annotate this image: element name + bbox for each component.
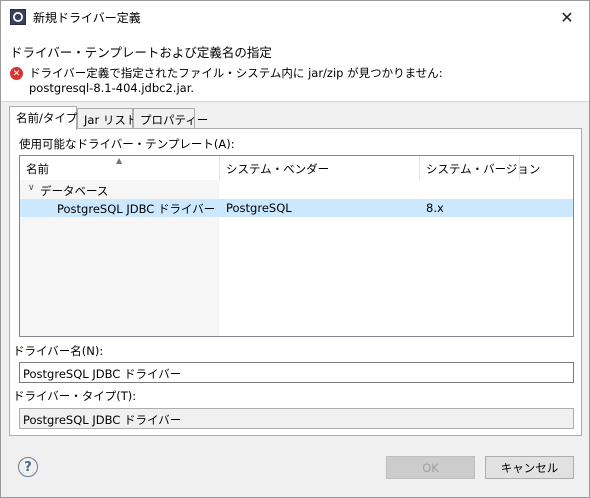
driver-type-label: ドライバー・タイプ(T): bbox=[13, 389, 137, 403]
cancel-button[interactable]: キャンセル bbox=[485, 456, 574, 479]
tab-content: 使用可能なドライバー・テンプレート(A): ▲ 名前 システム・ベンダー システ… bbox=[9, 128, 582, 436]
close-icon: ✕ bbox=[560, 7, 574, 27]
error-icon: ✕ bbox=[10, 67, 23, 80]
tree-category-row[interactable]: ∨ データベース bbox=[20, 181, 573, 199]
title-bar: 新規ドライバー定義 ✕ bbox=[1, 1, 589, 33]
chevron-down-icon[interactable]: ∨ bbox=[28, 183, 35, 193]
column-header-name-label: 名前 bbox=[26, 162, 49, 176]
eclipse-app-icon bbox=[10, 9, 26, 25]
column-header-vendor[interactable]: システム・ベンダー bbox=[220, 156, 420, 180]
driver-type-field: PostgreSQL JDBC ドライバー bbox=[19, 408, 574, 429]
window-title: 新規ドライバー定義 bbox=[33, 11, 141, 25]
header-title: ドライバー・テンプレートおよび定義名の指定 bbox=[10, 45, 272, 60]
dialog-window: 新規ドライバー定義 ✕ ドライバー・テンプレートおよび定義名の指定 ✕ ドライバ… bbox=[0, 0, 590, 498]
driver-name-field[interactable]: PostgreSQL JDBC ドライバー bbox=[19, 362, 574, 383]
templates-label: 使用可能なドライバー・テンプレート(A): bbox=[19, 137, 235, 151]
ok-button[interactable]: OK bbox=[386, 456, 475, 479]
help-icon[interactable]: ? bbox=[18, 457, 38, 477]
table-row[interactable]: PostgreSQL JDBC ドライバー PostgreSQL 8.x bbox=[20, 199, 573, 217]
driver-name-label: ドライバー名(N): bbox=[13, 344, 104, 358]
sort-ascending-icon: ▲ bbox=[116, 156, 123, 165]
row-name: PostgreSQL JDBC ドライバー bbox=[57, 202, 216, 216]
category-label: データベース bbox=[40, 184, 109, 198]
close-button[interactable]: ✕ bbox=[545, 1, 589, 33]
header-divider bbox=[1, 101, 589, 102]
row-version: 8.x bbox=[426, 201, 444, 215]
column-header-name[interactable]: ▲ 名前 bbox=[20, 156, 220, 180]
tab-properties[interactable]: プロパティー bbox=[133, 108, 208, 129]
tab-name-type[interactable]: 名前/タイプ bbox=[9, 106, 77, 130]
dialog-header: ドライバー・テンプレートおよび定義名の指定 ✕ ドライバー定義で指定されたファイ… bbox=[1, 33, 589, 102]
row-vendor: PostgreSQL bbox=[226, 201, 292, 215]
error-message: ドライバー定義で指定されたファイル・システム内に jar/zip が見つかりませ… bbox=[29, 66, 443, 95]
driver-template-table[interactable]: ▲ 名前 システム・ベンダー システム・バージョン ∨ データベース Postg… bbox=[19, 155, 574, 337]
tab-jar-list[interactable]: Jar リスト bbox=[77, 108, 137, 129]
column-header-version[interactable]: システム・バージョン bbox=[420, 156, 540, 180]
